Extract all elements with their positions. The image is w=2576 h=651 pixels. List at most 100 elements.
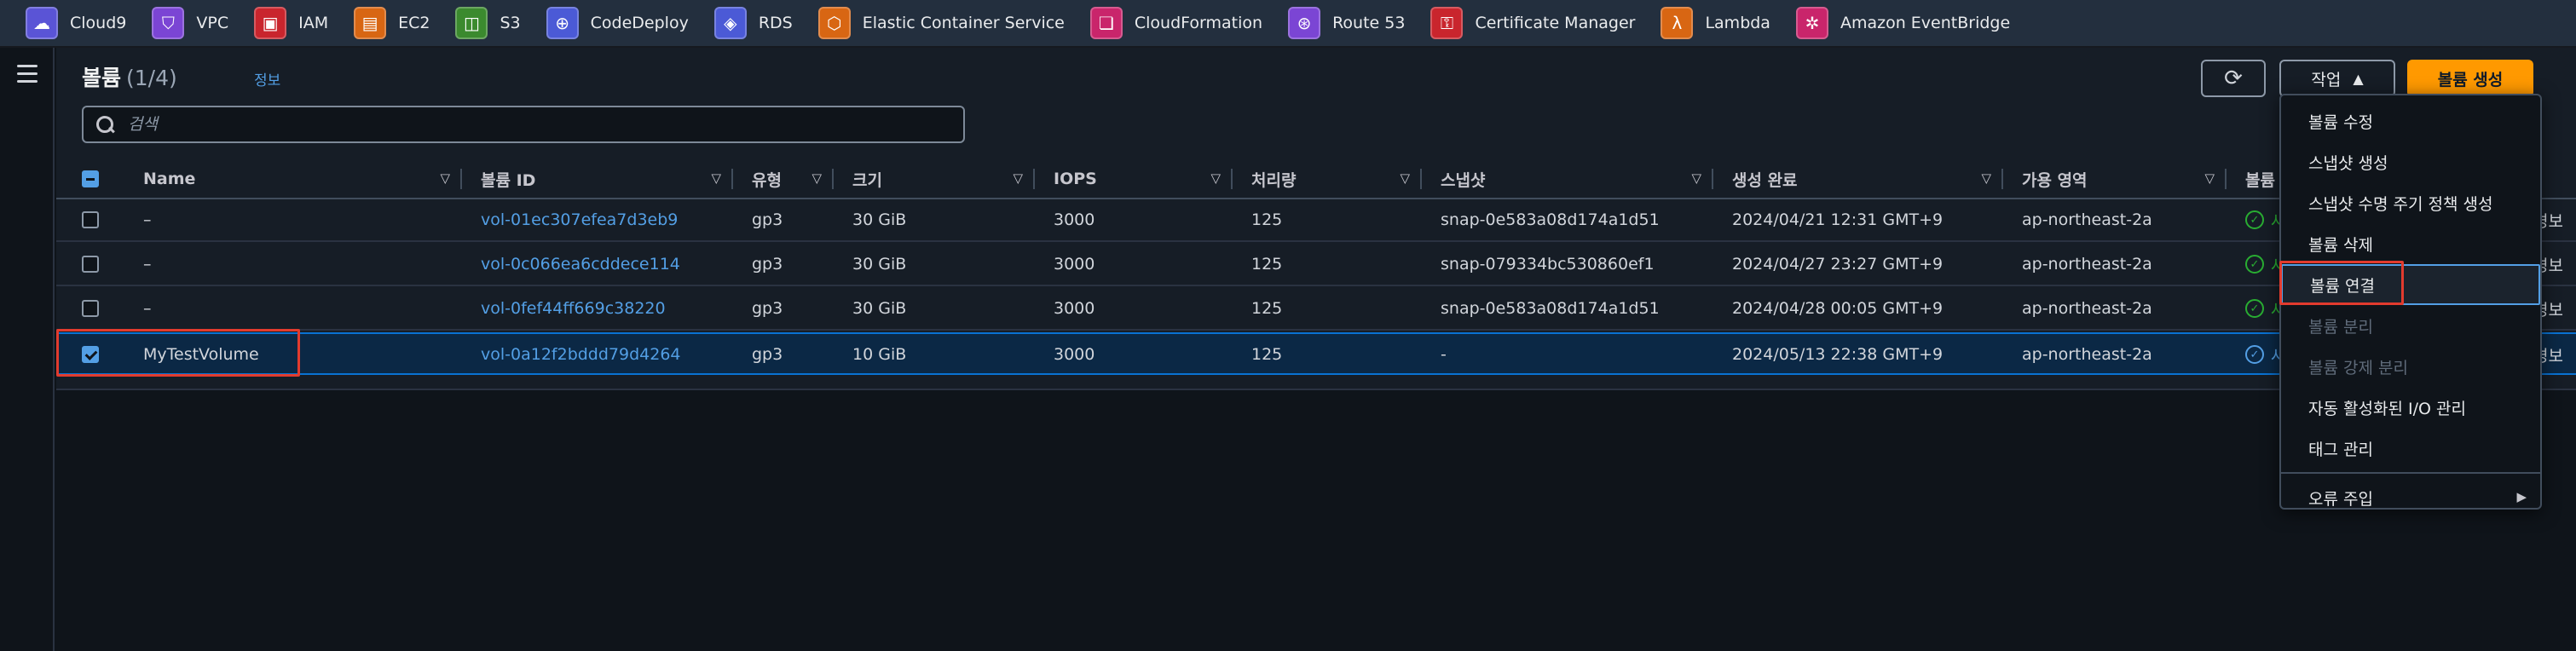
row-checkbox[interactable]: [82, 211, 99, 228]
menu-item-label: 오류 주입: [2308, 489, 2373, 509]
column-header-label: 생성 완료: [1732, 170, 1798, 190]
sort-icon[interactable]: ▽: [440, 170, 450, 186]
ec2-icon: ▤: [354, 7, 387, 39]
sort-icon[interactable]: ▽: [1981, 170, 1991, 186]
column-header-label: 볼륨 ID: [481, 170, 536, 190]
favorite-lambda[interactable]: λ Lambda: [1661, 0, 1770, 47]
table-row[interactable]: – vol-0fef44ff669c38220 gp3 30 GiB 3000 125 sn…: [56, 288, 2576, 331]
sort-icon[interactable]: ▽: [1210, 170, 1221, 186]
favorite-ec2[interactable]: ▤ EC2: [354, 0, 430, 47]
select-all-header: [82, 158, 124, 199]
table-row[interactable]: – vol-01ec307efea7d3eb9 gp3 30 GiB 3000 125 sn…: [56, 199, 2576, 242]
favorite-ecs[interactable]: ⬡ Elastic Container Service: [817, 0, 1065, 47]
favorite-route53[interactable]: ⊛ Route 53: [1288, 0, 1405, 47]
page-title: 볼륨 (1/4): [82, 66, 177, 90]
cloud9-icon: ☁: [26, 7, 58, 39]
cell-volume-id[interactable]: vol-0a12f2bddd79d4264: [481, 334, 733, 375]
search-input[interactable]: [128, 115, 895, 134]
table-row[interactable]: MyTestVolume vol-0a12f2bddd79d4264 gp3 10 G…: [56, 332, 2576, 375]
refresh-icon: ⟳: [2224, 66, 2243, 91]
cell-iops: 3000: [1054, 345, 1095, 364]
row-checkbox[interactable]: [82, 346, 99, 363]
actions-button[interactable]: 작업 ▲: [2279, 60, 2395, 97]
row-checkbox-cell: [82, 199, 124, 240]
menu-item-label: 볼륨 분리: [2308, 317, 2373, 337]
column-header-name[interactable]: Name ▽: [124, 158, 462, 199]
route53-icon: ⊛: [1288, 7, 1321, 39]
certificate-manager-icon: ⚿: [1430, 7, 1464, 39]
cell-throughput: 125: [1251, 345, 1283, 364]
menu-item-manage-auto-enabled-io[interactable]: 자동 활성화된 I/O 관리: [2281, 387, 2540, 428]
column-header-iops[interactable]: IOPS ▽: [1035, 158, 1233, 199]
favorite-s3[interactable]: ◫ S3: [455, 0, 521, 47]
row-checkbox-cell: [82, 334, 124, 375]
sort-icon[interactable]: ▽: [1691, 170, 1701, 186]
cell-volume-id[interactable]: vol-01ec307efea7d3eb9: [481, 199, 733, 240]
cell-size: 30 GiB: [852, 299, 907, 318]
cell-iops: 3000: [1054, 210, 1095, 229]
favorite-cloud9[interactable]: ☁ Cloud9: [26, 0, 126, 47]
column-header-throughput[interactable]: 처리량 ▽: [1233, 158, 1422, 199]
cell-availability-zone: ap-northeast-2a: [2022, 299, 2152, 318]
column-header-snapshot[interactable]: 스냅샷 ▽: [1422, 158, 1713, 199]
menu-item-create-lifecycle-policy[interactable]: 스냅샷 수명 주기 정책 생성: [2281, 182, 2540, 223]
info-link[interactable]: 정보: [254, 68, 280, 89]
menu-item-force-detach-volume: 볼륨 강제 분리: [2281, 346, 2540, 387]
cell-availability-zone: ap-northeast-2a: [2022, 345, 2152, 364]
favorite-label: Lambda: [1705, 14, 1770, 32]
create-volume-button[interactable]: 볼륨 생성: [2407, 60, 2533, 97]
favorite-eventbridge[interactable]: ✲ Amazon EventBridge: [1795, 0, 2010, 47]
menu-item-fault-injection[interactable]: 오류 주입 ▶: [2281, 477, 2540, 518]
eventbridge-icon: ✲: [1795, 7, 1828, 39]
search-field[interactable]: [82, 106, 965, 143]
menu-item-label: 볼륨 연결: [2310, 276, 2375, 296]
row-checkbox[interactable]: [82, 300, 99, 317]
menu-item-label: 태그 관리: [2308, 440, 2373, 459]
menu-item-modify-volume[interactable]: 볼륨 수정: [2281, 101, 2540, 141]
favorite-cloudformation[interactable]: ❏ CloudFormation: [1089, 0, 1262, 47]
actions-dropdown-menu: 볼륨 수정 스냅샷 생성 스냅샷 수명 주기 정책 생성 볼륨 삭제볼륨 연결볼륨 분…: [2279, 94, 2542, 510]
sort-icon[interactable]: ▽: [2204, 170, 2215, 186]
favorite-label: Cloud9: [70, 14, 127, 32]
column-header-created[interactable]: 생성 완료 ▽: [1713, 158, 2003, 199]
select-all-checkbox[interactable]: [82, 170, 99, 187]
cell-snapshot: snap-0e583a08d174a1d51: [1441, 299, 1660, 318]
favorite-vpc[interactable]: ⛉ VPC: [152, 0, 228, 47]
check-circle-icon: ✓: [2245, 255, 2264, 274]
codedeploy-icon: ⊕: [546, 7, 579, 39]
favorite-certificate-manager[interactable]: ⚿ Certificate Manager: [1430, 0, 1635, 47]
cell-type: gp3: [752, 210, 783, 229]
sort-icon[interactable]: ▽: [811, 170, 822, 186]
caret-up-icon: ▲: [2353, 70, 2364, 87]
favorite-label: S3: [500, 14, 521, 32]
sort-icon[interactable]: ▽: [711, 170, 721, 186]
refresh-button[interactable]: ⟳: [2201, 60, 2266, 97]
favorites-bar: ☁ Cloud9 ⛉ VPC ▣ IAM ▤ EC2 ◫ S3 ⊕ CodeDeploy ◈ RDS ⬡ El…: [0, 0, 2576, 48]
menu-item-create-snapshot[interactable]: 스냅샷 생성: [2281, 141, 2540, 182]
favorite-rds[interactable]: ◈ RDS: [713, 0, 793, 47]
menu-icon[interactable]: [17, 65, 38, 83]
favorite-label: VPC: [196, 14, 229, 32]
cell-created: 2024/04/21 12:31 GMT+9: [1732, 210, 1944, 229]
cell-volume-id[interactable]: vol-0c066ea6cddece114: [481, 244, 733, 285]
favorite-label: Route 53: [1332, 14, 1406, 32]
favorite-iam[interactable]: ▣ IAM: [254, 0, 328, 47]
cell-type: gp3: [752, 299, 783, 318]
menu-item-delete-volume[interactable]: 볼륨 삭제: [2281, 223, 2540, 264]
sort-icon[interactable]: ▽: [1013, 170, 1023, 186]
column-header-type[interactable]: 유형 ▽: [733, 158, 834, 199]
column-header-size[interactable]: 크기 ▽: [834, 158, 1035, 199]
cell-volume-id[interactable]: vol-0fef44ff669c38220: [481, 288, 733, 329]
column-header-volume-id[interactable]: 볼륨 ID ▽: [462, 158, 733, 199]
row-checkbox[interactable]: [82, 256, 99, 273]
column-header-availability-zone[interactable]: 가용 영역 ▽: [2003, 158, 2227, 199]
favorite-label: IAM: [298, 14, 329, 32]
cell-size: 30 GiB: [852, 210, 907, 229]
favorite-codedeploy[interactable]: ⊕ CodeDeploy: [546, 0, 689, 47]
selection-count: (1/4): [126, 66, 177, 90]
menu-item-attach-volume[interactable]: 볼륨 연결: [2281, 264, 2540, 305]
sort-icon[interactable]: ▽: [1400, 170, 1410, 186]
menu-item-manage-tags[interactable]: 태그 관리: [2281, 428, 2540, 469]
table-row[interactable]: – vol-0c066ea6cddece114 gp3 30 GiB 3000 125 sn…: [56, 244, 2576, 286]
empty-area: [56, 392, 2576, 651]
